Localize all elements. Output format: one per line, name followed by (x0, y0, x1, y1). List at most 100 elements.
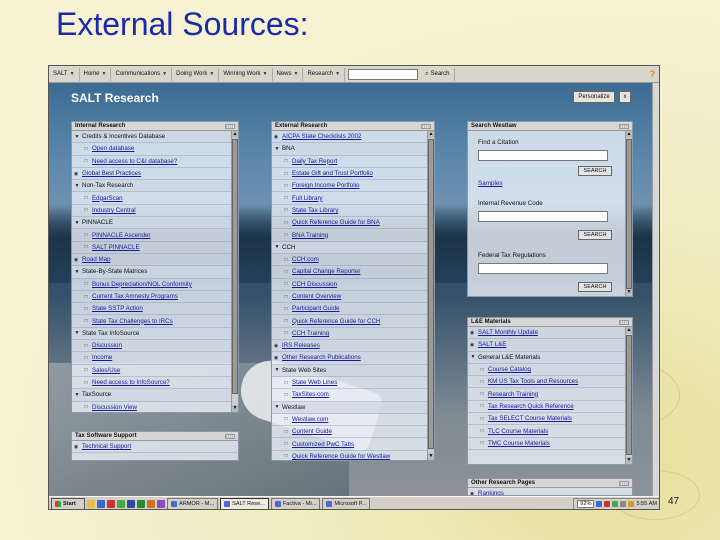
list-item[interactable]: ◉ IRS Releases (272, 340, 434, 353)
menu-item-salt[interactable]: SALT ▼ (49, 67, 80, 81)
expand-triangle-icon[interactable]: ▼ (72, 330, 82, 336)
quicklaunch-folder-icon[interactable] (87, 500, 95, 508)
taskbar-task[interactable]: Factiva - Mi... (270, 498, 321, 509)
quicklaunch-ie-icon[interactable] (97, 500, 105, 508)
taskbar-task[interactable]: ARMOR - M... (167, 498, 219, 509)
section-header[interactable]: ▼ General L&E Materials (468, 351, 632, 364)
list-item[interactable]: □ Tax SELECT Course Materials (468, 413, 632, 426)
menu-item-communications[interactable]: Communications ▼ (111, 67, 173, 81)
expand-triangle-icon[interactable]: ▼ (72, 269, 82, 275)
expand-triangle-icon[interactable]: ▼ (72, 220, 82, 226)
irc-input[interactable] (478, 211, 608, 222)
list-item[interactable]: □ Content Overview (272, 291, 434, 304)
scroll-thumb[interactable] (428, 139, 434, 449)
samples-link[interactable]: Samples (478, 180, 503, 187)
list-item[interactable]: ◉ AICPA State Checklists 2002 (272, 131, 434, 144)
list-item[interactable]: □ Quick Reference Guide for CCH (272, 315, 434, 328)
drag-handle-icon[interactable] (225, 434, 235, 439)
list-item[interactable]: □ TMC Course Materials (468, 438, 632, 450)
scroll-thumb[interactable] (232, 139, 238, 394)
list-item[interactable]: □ Course Catalog (468, 364, 632, 377)
list-item[interactable]: □ TaxSites.com (272, 389, 434, 402)
list-item[interactable]: ◉ SALT Monthly Update (468, 327, 632, 340)
taskbar-task[interactable]: Microsoft P... (322, 498, 371, 509)
ftr-input[interactable] (478, 263, 608, 274)
tray-icon[interactable] (628, 501, 635, 507)
search-dropdown[interactable] (348, 68, 419, 80)
list-item[interactable]: □ KM US Tax Tools and Resources (468, 376, 632, 389)
tray-icon[interactable] (612, 501, 619, 507)
quicklaunch-excel-icon[interactable] (137, 500, 145, 508)
list-item[interactable]: □ Foreign Income Portfolio (272, 180, 434, 193)
menu-item-doing-work[interactable]: Doing Work ▼ (172, 67, 220, 81)
list-item[interactable]: □ Sales/Use (72, 365, 238, 377)
list-item[interactable]: ◉ Road Map (72, 254, 238, 267)
scrollbar[interactable]: ▲ ▼ (231, 131, 238, 412)
scrollbar[interactable]: ▲ ▼ (625, 327, 632, 464)
list-item[interactable]: □ Full Library (272, 192, 434, 205)
search-button[interactable]: ⌕ Search (421, 67, 455, 81)
list-item[interactable]: □ State Web Lines (272, 377, 434, 390)
list-item[interactable]: □ Capital Change Reporter (272, 266, 434, 279)
list-item[interactable]: □ State Tax Challenges to IRCs (72, 315, 238, 328)
list-item[interactable]: □ Participant Guide (272, 303, 434, 316)
list-item[interactable]: □ Westlaw.com (272, 414, 434, 427)
drag-handle-icon[interactable] (619, 481, 629, 486)
list-item[interactable]: □ Daily Tax Report (272, 156, 434, 168)
scroll-up-icon[interactable]: ▲ (626, 327, 632, 334)
list-item[interactable]: □ SALT PINNACLE (72, 242, 238, 254)
list-item[interactable]: □ Discussion View (72, 402, 238, 412)
list-item[interactable]: □ Discussion (72, 340, 238, 353)
list-item[interactable]: □ Need access to InfoSource? (72, 377, 238, 390)
scroll-down-icon[interactable]: ▼ (626, 289, 632, 296)
tray-icon[interactable] (620, 501, 627, 507)
menu-item-winning-work[interactable]: Winning Work ▼ (219, 67, 273, 81)
list-item[interactable]: □ Open database (72, 143, 238, 156)
help-icon[interactable]: ? (650, 69, 656, 79)
quicklaunch-app-icon[interactable] (157, 500, 165, 508)
scroll-down-icon[interactable]: ▼ (232, 405, 238, 412)
list-item[interactable]: □ PINNACLE Ascender (72, 229, 238, 242)
scroll-thumb[interactable] (626, 139, 632, 289)
scroll-thumb[interactable] (626, 335, 632, 455)
scroll-down-icon[interactable]: ▼ (626, 457, 632, 464)
section-header[interactable]: ▼ State Tax InfoSource (72, 327, 238, 341)
drag-handle-icon[interactable] (225, 124, 235, 129)
section-header[interactable]: ▼ TaxSource (72, 389, 238, 402)
list-item[interactable]: □ BNA Training (272, 229, 434, 242)
list-item[interactable]: ◉ Rankings (468, 488, 632, 495)
quicklaunch-word-icon[interactable] (127, 500, 135, 508)
taskbar-task[interactable]: SALT Rese... (220, 498, 269, 509)
list-item[interactable]: □ Industry Central (72, 205, 238, 218)
section-header[interactable]: ▼ Credits & Incentives Database (72, 131, 238, 144)
list-item[interactable]: □ CCH Discussion (272, 279, 434, 291)
scroll-up-icon[interactable]: ▲ (232, 131, 238, 138)
expand-triangle-icon[interactable]: ▼ (272, 244, 282, 250)
list-item[interactable]: □ Quick Reference Guide for Westlaw (272, 451, 434, 460)
list-item[interactable]: □ Need access to C&I database? (72, 156, 238, 168)
window-scrollbar[interactable] (652, 83, 659, 496)
citation-search-button[interactable]: SEARCH (578, 166, 612, 176)
list-item[interactable]: □ Research Training (468, 388, 632, 401)
list-item[interactable]: □ Tax Research Quick Reference (468, 401, 632, 414)
list-item[interactable]: □ Income (72, 352, 238, 365)
scrollbar[interactable]: ▲ ▼ (427, 131, 434, 460)
expand-triangle-icon[interactable]: ▼ (72, 134, 82, 140)
section-header[interactable]: ▼ State-By-State Matrices (72, 266, 238, 279)
list-item[interactable]: □ Quick Reference Guide for BNA (272, 217, 434, 230)
list-item[interactable]: □ CCH.com (272, 254, 434, 267)
quicklaunch-app-icon[interactable] (107, 500, 115, 508)
section-header[interactable]: ▼ Westlaw (272, 401, 434, 414)
list-item[interactable]: □ Current Tax Amnesty Programs (72, 291, 238, 304)
section-header[interactable]: ▼ CCH (272, 241, 434, 254)
menu-item-news[interactable]: News ▼ (273, 67, 304, 81)
section-header[interactable]: ▼ BNA (272, 143, 434, 156)
menu-item-research[interactable]: Research ▼ (303, 67, 346, 81)
section-header[interactable]: ▼ PINNACLE (72, 217, 238, 230)
scroll-down-icon[interactable]: ▼ (428, 453, 434, 460)
expand-triangle-icon[interactable]: ▼ (272, 146, 282, 152)
tray-icon[interactable] (604, 501, 611, 507)
expand-triangle-icon[interactable]: ▼ (468, 354, 478, 360)
zoom-level[interactable]: 92% (577, 500, 595, 508)
list-item[interactable]: □ State Tax Library (272, 205, 434, 218)
